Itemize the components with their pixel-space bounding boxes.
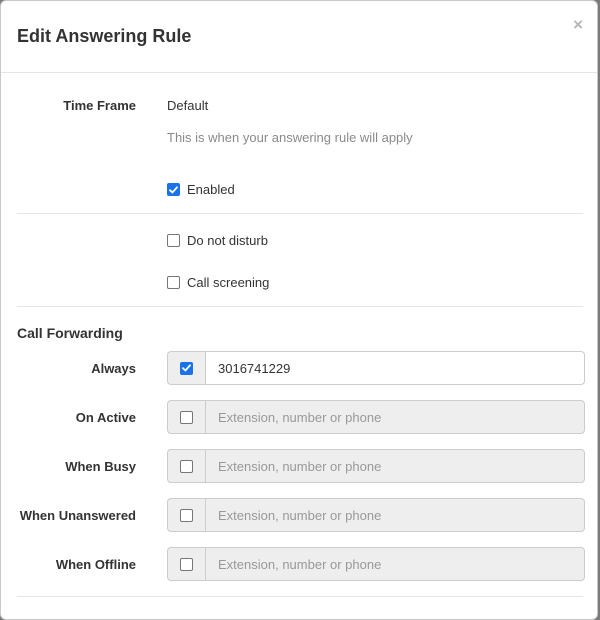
forward-when-unanswered-input[interactable] [205, 498, 585, 532]
forward-when-offline-group [167, 547, 585, 581]
call-forwarding-title: Call Forwarding [17, 325, 123, 341]
forward-when-offline-checkbox[interactable] [180, 557, 193, 571]
forward-when-offline-input[interactable] [205, 547, 585, 581]
forward-always-group [167, 351, 585, 385]
modal-title: Edit Answering Rule [17, 26, 192, 46]
call-screening-option[interactable]: Call screening [167, 275, 269, 290]
forward-on-active-checkbox[interactable] [180, 410, 193, 424]
forward-when-busy-checkbox[interactable] [180, 459, 193, 473]
forward-on-active-input[interactable] [205, 400, 585, 434]
modal-header: Edit Answering Rule × [1, 1, 597, 73]
checkbox-addon [167, 449, 205, 483]
edit-answering-rule-modal: Edit Answering Rule × Time Frame Default… [0, 0, 598, 620]
forward-always-input[interactable] [205, 351, 585, 385]
forward-on-active-label: On Active [75, 410, 136, 425]
close-icon[interactable]: × [573, 15, 583, 35]
checkbox-addon [167, 547, 205, 581]
enabled-option[interactable]: Enabled [167, 182, 235, 197]
time-frame-label: Time Frame [63, 98, 136, 113]
forward-when-unanswered-label: When Unanswered [19, 508, 136, 523]
forward-always-checkbox[interactable] [180, 361, 193, 375]
enabled-label: Enabled [187, 182, 235, 197]
call-screening-checkbox[interactable] [167, 276, 180, 289]
checkbox-addon [167, 351, 205, 385]
do-not-disturb-checkbox[interactable] [167, 234, 180, 247]
enabled-checkbox[interactable] [167, 183, 180, 196]
time-frame-value: Default [167, 98, 209, 113]
forward-when-offline-label: When Offline [55, 557, 136, 572]
forward-when-busy-group [167, 449, 585, 483]
divider [17, 596, 583, 597]
forward-when-unanswered-checkbox[interactable] [180, 508, 193, 522]
divider [17, 306, 583, 307]
checkbox-addon [167, 400, 205, 434]
do-not-disturb-label: Do not disturb [187, 233, 268, 248]
forward-when-busy-label: When Busy [65, 459, 136, 474]
divider [17, 213, 583, 214]
time-frame-help: This is when your answering rule will ap… [167, 130, 413, 145]
forward-when-unanswered-group [167, 498, 585, 532]
forward-when-busy-input[interactable] [205, 449, 585, 483]
forward-always-label: Always [91, 361, 136, 376]
checkbox-addon [167, 498, 205, 532]
do-not-disturb-option[interactable]: Do not disturb [167, 233, 268, 248]
forward-on-active-group [167, 400, 585, 434]
call-screening-label: Call screening [187, 275, 270, 290]
